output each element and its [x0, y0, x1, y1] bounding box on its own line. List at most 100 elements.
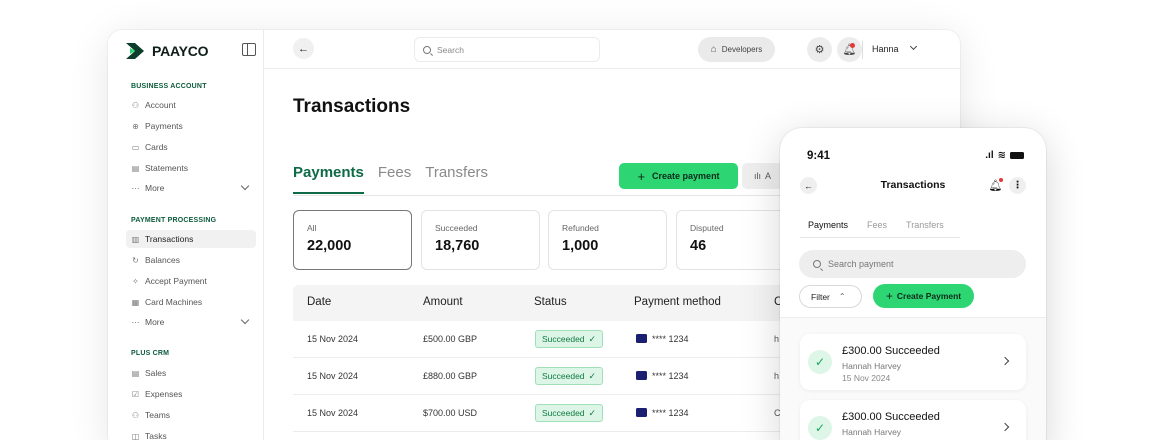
- column-header-status[interactable]: Status: [534, 296, 567, 308]
- sidebar-item-balances[interactable]: ↻ Balances: [126, 251, 256, 269]
- chevron-down-icon: [240, 181, 250, 191]
- section-title-payment-processing: PAYMENT PROCESSING: [131, 217, 217, 224]
- column-header-payment-method[interactable]: Payment method: [634, 296, 721, 308]
- sidebar-item-more-business[interactable]: ⋯ More: [126, 179, 256, 197]
- status-badge: Succeeded ✓: [535, 404, 604, 422]
- wifi-icon: ≋: [997, 150, 1006, 161]
- sidebar-item-teams[interactable]: ⚇ Teams: [126, 406, 256, 424]
- developers-button[interactable]: ⌂ Developers: [698, 37, 775, 62]
- sidebar-item-account[interactable]: ⚇ Account: [126, 96, 256, 114]
- user-menu[interactable]: Hanna: [872, 44, 899, 54]
- search-input[interactable]: Search payment: [799, 250, 1026, 278]
- stat-card-succeeded[interactable]: Succeeded 18,760: [421, 210, 540, 270]
- sidebar-item-statements[interactable]: ▤ Statements: [126, 159, 256, 177]
- more-icon: ⋯: [131, 317, 140, 327]
- logo-icon: [126, 43, 144, 59]
- tabs-divider: [800, 237, 960, 238]
- page-title: Transactions: [293, 96, 411, 117]
- table-row[interactable]: 15 Nov 2024 $700.00 USD Succeeded ✓ **** …: [293, 395, 813, 432]
- back-arrow-icon[interactable]: ←: [293, 38, 314, 59]
- bell-icon[interactable]: 🔔︎: [987, 177, 1004, 194]
- settings-button[interactable]: ⚙: [807, 37, 832, 62]
- phone-title: Transactions: [880, 179, 946, 191]
- card-machine-icon: ▦: [131, 297, 140, 307]
- create-payment-button[interactable]: + Create Payment: [873, 284, 974, 308]
- check-icon: ✓: [588, 370, 597, 381]
- phone-frame: 9:41 .ıl ≋ ← Transactions 🔔︎ ⋮ Payments …: [780, 128, 1046, 440]
- plus-icon: +: [885, 289, 893, 303]
- building-icon: ⌂: [710, 44, 717, 55]
- tab-payments[interactable]: Payments: [803, 220, 853, 238]
- battery-icon: [1010, 152, 1024, 159]
- topbar: ← Search ⌂ Developers ⚙ 🔔︎ Hanna: [264, 30, 960, 69]
- tab-fees[interactable]: Fees: [378, 164, 411, 181]
- status-badge: Succeeded ✓: [535, 330, 604, 348]
- expenses-icon: ☑: [131, 389, 140, 399]
- search-icon: [423, 45, 431, 54]
- gear-icon: ⚙: [814, 44, 825, 56]
- tab-bar: Payments Fees Transfers: [293, 164, 488, 194]
- tabs-divider: [293, 195, 860, 196]
- search-placeholder: Search: [437, 44, 464, 55]
- sidebar-item-card-machines[interactable]: ▦ Card Machines: [126, 293, 256, 311]
- sidebar-item-more-processing[interactable]: ⋯ More: [126, 313, 256, 331]
- sidebar-item-cards[interactable]: ▭ Cards: [126, 138, 256, 156]
- sidebar-item-payments[interactable]: ⊕ Payments: [126, 117, 256, 135]
- phone-tab-bar: Payments Fees Transfers: [803, 220, 944, 238]
- visa-card-icon: [636, 408, 647, 417]
- sort-icon: ⌃: [838, 292, 846, 301]
- chevron-right-icon: [1000, 422, 1010, 432]
- sidebar-item-expenses[interactable]: ☑ Expenses: [126, 385, 256, 403]
- list-item[interactable]: ✓ £300.00 Succeeded Hannah Harvey: [800, 400, 1026, 440]
- sidebar-item-accept-payment[interactable]: ✧ Accept Payment: [126, 272, 256, 290]
- stat-card-disputed[interactable]: Disputed 46: [676, 210, 795, 270]
- status-badge: Succeeded ✓: [535, 367, 604, 385]
- accept-payment-icon: ✧: [132, 276, 139, 286]
- section-title-business: BUSINESS ACCOUNT: [131, 83, 207, 90]
- search-input[interactable]: Search: [414, 37, 600, 62]
- table-row[interactable]: 15 Nov 2024 £880.00 GBP Succeeded ✓ **** …: [293, 358, 813, 395]
- visa-card-icon: [636, 334, 647, 343]
- check-icon: ✓: [808, 350, 832, 374]
- notifications-button[interactable]: 🔔︎: [837, 37, 862, 62]
- table-header: Date Amount Status Payment method C: [293, 285, 813, 321]
- column-header-amount[interactable]: Amount: [423, 296, 463, 308]
- tasks-icon: ◫: [131, 431, 140, 440]
- tab-payments[interactable]: Payments: [293, 164, 364, 194]
- notification-dot: [999, 178, 1003, 182]
- sidebar-item-transactions[interactable]: ▥ Transactions: [126, 230, 256, 248]
- status-icons: .ıl ≋: [985, 150, 1024, 161]
- logo[interactable]: PAAYCO: [126, 42, 256, 60]
- signal-icon: .ıl: [985, 150, 994, 161]
- notification-dot: [850, 43, 855, 48]
- chevron-down-icon[interactable]: [909, 42, 918, 51]
- sidebar-item-tasks[interactable]: ◫ Tasks: [126, 427, 256, 440]
- stat-card-refunded[interactable]: Refunded 1,000: [548, 210, 667, 270]
- tab-transfers[interactable]: Transfers: [425, 164, 488, 181]
- visa-card-icon: [636, 371, 647, 380]
- globe-icon: ⊕: [132, 121, 139, 131]
- sidebar: PAAYCO BUSINESS ACCOUNT ⚇ Account ⊕ Paymen…: [108, 30, 264, 440]
- filter-button[interactable]: Filter ⌃: [799, 285, 862, 308]
- sales-icon: ▤: [131, 368, 140, 378]
- account-icon: ⚇: [131, 100, 140, 110]
- transactions-icon: ▥: [131, 234, 140, 244]
- tab-fees[interactable]: Fees: [867, 220, 887, 230]
- teams-icon: ⚇: [131, 410, 140, 420]
- column-header-date[interactable]: Date: [307, 296, 331, 308]
- bar-chart-icon: ılı: [754, 171, 762, 181]
- sidebar-toggle-icon[interactable]: [242, 43, 256, 56]
- list-item[interactable]: ✓ £300.00 Succeeded Hannah Harvey 15 Nov…: [800, 334, 1026, 390]
- create-payment-button[interactable]: + Create payment: [619, 163, 738, 189]
- tab-transfers[interactable]: Transfers: [906, 220, 944, 230]
- more-vertical-icon[interactable]: ⋮: [1009, 177, 1026, 194]
- balances-icon: ↻: [132, 255, 139, 265]
- chevron-right-icon: [1000, 356, 1010, 366]
- stat-card-all[interactable]: All 22,000: [293, 210, 412, 270]
- more-icon: ⋯: [131, 183, 140, 193]
- table-row[interactable]: 15 Nov 2024 £500.00 GBP Succeeded ✓ **** …: [293, 321, 813, 358]
- plus-icon: +: [637, 168, 646, 184]
- status-time: 9:41: [807, 150, 831, 162]
- sidebar-item-sales[interactable]: ▤ Sales: [126, 364, 256, 382]
- document-icon: ▤: [131, 163, 140, 173]
